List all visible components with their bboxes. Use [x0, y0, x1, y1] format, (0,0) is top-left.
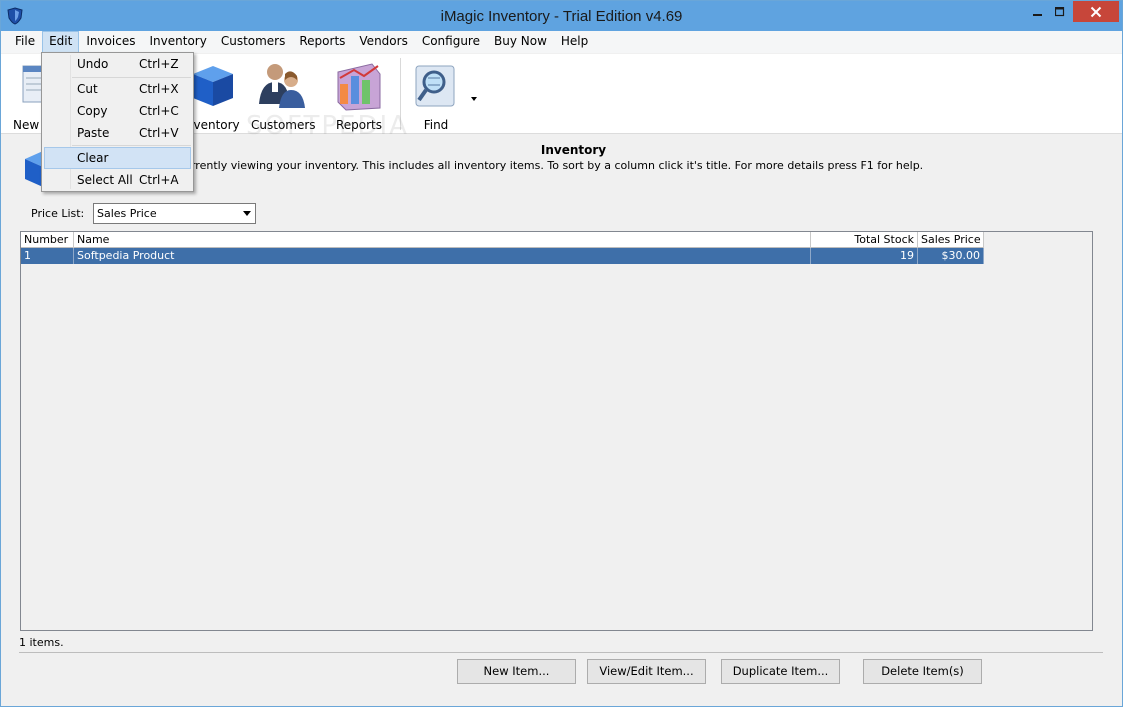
close-button[interactable]: [1073, 1, 1119, 22]
menu-configure[interactable]: Configure: [415, 31, 487, 53]
edit-menu-copy[interactable]: Copy Ctrl+C: [44, 100, 191, 122]
menu-item-shortcut: Ctrl+A: [139, 173, 179, 187]
menu-separator: [72, 145, 191, 146]
edit-menu-undo[interactable]: Undo Ctrl+Z: [44, 53, 191, 75]
edit-menu-select-all[interactable]: Select All Ctrl+A: [44, 169, 191, 191]
menu-item-label: Select All: [77, 173, 133, 187]
cell-number: 1: [21, 248, 74, 264]
edit-menu-cut[interactable]: Cut Ctrl+X: [44, 78, 191, 100]
new-document-icon: [22, 65, 45, 103]
edit-menu-clear[interactable]: Clear: [44, 147, 191, 169]
menu-customers[interactable]: Customers: [214, 31, 293, 53]
title-bar: iMagic Inventory - Trial Edition v4.69: [1, 1, 1122, 31]
reports-chart-icon: [337, 63, 381, 111]
find-dropdown-arrow-icon[interactable]: [471, 90, 477, 104]
page-title: Inventory: [540, 143, 607, 157]
edit-menu-paste[interactable]: Paste Ctrl+V: [44, 122, 191, 144]
toolbar-find-label: Find: [423, 118, 449, 132]
menu-reports[interactable]: Reports: [292, 31, 352, 53]
softpedia-watermark: SOFTPEDIA: [246, 111, 409, 141]
table-row[interactable]: 1 Softpedia Product 19 $30.00: [21, 248, 984, 264]
menu-item-shortcut: Ctrl+X: [139, 82, 179, 96]
edit-menu-dropdown: Undo Ctrl+Z Cut Ctrl+X Copy Ctrl+C Paste…: [41, 52, 194, 192]
new-item-button[interactable]: New Item...: [457, 659, 576, 684]
menu-item-label: Cut: [77, 82, 98, 96]
delete-items-button[interactable]: Delete Item(s): [863, 659, 982, 684]
menu-bar: File Edit Invoices Inventory Customers R…: [1, 31, 1122, 53]
menu-item-label: Paste: [77, 126, 110, 140]
column-header-total-stock[interactable]: Total Stock: [811, 232, 918, 248]
menu-invoices[interactable]: Invoices: [79, 31, 142, 53]
find-magnifier-icon: [415, 65, 455, 107]
menu-item-shortcut: Ctrl+C: [139, 104, 179, 118]
window-title: iMagic Inventory - Trial Edition v4.69: [440, 8, 683, 25]
cell-name: Softpedia Product: [74, 248, 811, 264]
column-header-sales-price[interactable]: Sales Price: [918, 232, 984, 248]
page-description: urrently viewing your inventory. This in…: [184, 159, 924, 172]
toolbar-find-button[interactable]: Find: [407, 56, 465, 132]
cell-sales-price: $30.00: [918, 248, 984, 264]
cell-total-stock: 19: [811, 248, 918, 264]
bottom-divider: [19, 652, 1103, 653]
app-window: iMagic Inventory - Trial Edition v4.69 F…: [0, 0, 1123, 707]
list-header: Number Name Total Stock Sales Price: [21, 232, 984, 248]
menu-item-shortcut: Ctrl+Z: [139, 57, 179, 71]
chevron-down-icon: [243, 211, 251, 216]
inventory-list[interactable]: Number Name Total Stock Sales Price 1 So…: [20, 231, 1093, 631]
menu-file[interactable]: File: [8, 31, 42, 53]
price-list-label: Price List:: [31, 207, 85, 220]
price-list-value: Sales Price: [97, 207, 157, 220]
menu-buy-now[interactable]: Buy Now: [487, 31, 554, 53]
price-list-select[interactable]: Sales Price: [93, 203, 256, 224]
customers-people-icon: [259, 64, 305, 108]
view-edit-item-button[interactable]: View/Edit Item...: [587, 659, 706, 684]
duplicate-item-button[interactable]: Duplicate Item...: [721, 659, 840, 684]
item-count: 1 items.: [19, 636, 64, 649]
menu-item-label: Undo: [77, 57, 109, 71]
toolbar-new-button[interactable]: New: [5, 56, 45, 132]
menu-vendors[interactable]: Vendors: [352, 31, 414, 53]
column-header-name[interactable]: Name: [74, 232, 811, 248]
menu-item-label: Copy: [77, 104, 108, 118]
column-header-number[interactable]: Number: [21, 232, 74, 248]
menu-help[interactable]: Help: [554, 31, 595, 53]
menu-item-label: Clear: [77, 151, 109, 165]
maximize-button[interactable]: [1047, 1, 1073, 22]
menu-edit[interactable]: Edit: [42, 31, 80, 53]
menu-item-shortcut: Ctrl+V: [139, 126, 179, 140]
menu-inventory[interactable]: Inventory: [143, 31, 214, 53]
